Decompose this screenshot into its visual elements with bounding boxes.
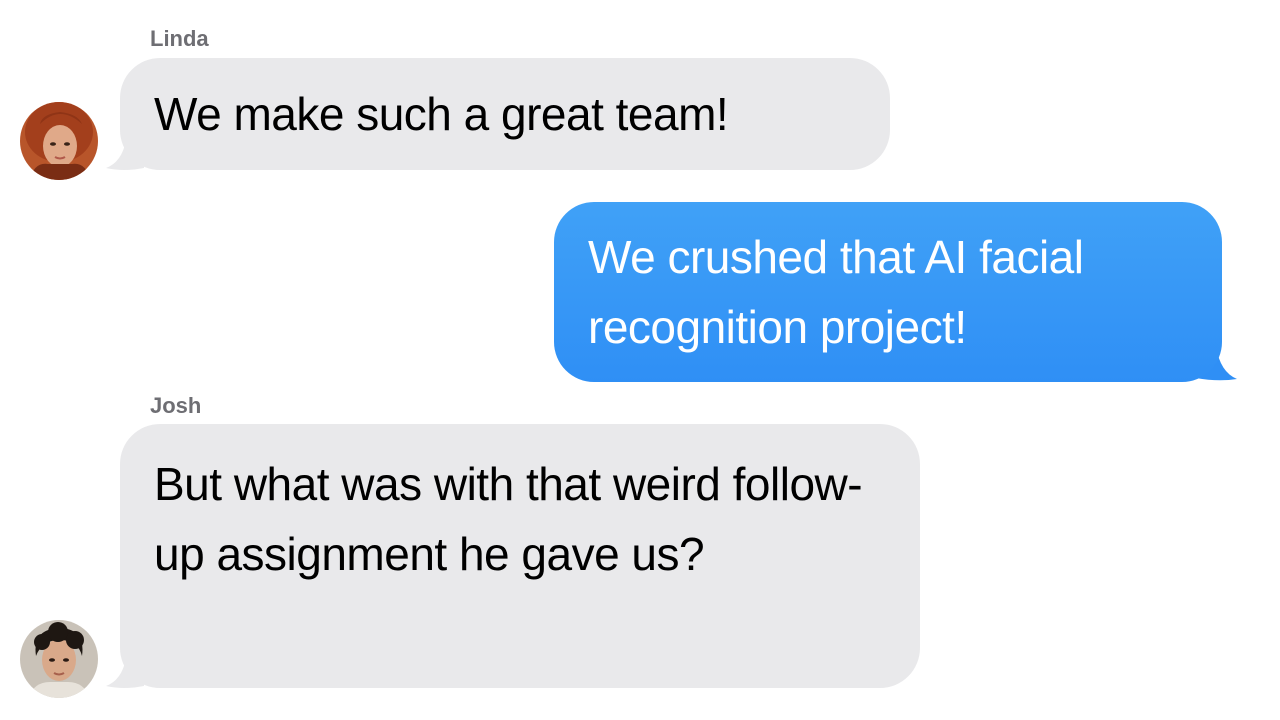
- josh-avatar-image: [20, 620, 98, 698]
- message-bubble-linda[interactable]: We make such a great team!: [120, 58, 890, 170]
- avatar-linda[interactable]: [20, 102, 98, 180]
- sender-name-josh: Josh: [150, 393, 202, 418]
- message-text-linda: We make such a great team!: [154, 88, 729, 140]
- avatar-josh[interactable]: [20, 620, 98, 698]
- message-text-josh: But what was with that weird follow-up a…: [154, 458, 863, 580]
- sender-name-linda: Linda: [150, 26, 209, 51]
- message-bubble-outgoing[interactable]: We crushed that AI facial recognition pr…: [554, 202, 1222, 382]
- linda-avatar-image: [20, 102, 98, 180]
- message-text-outgoing: We crushed that AI facial recognition pr…: [588, 231, 1084, 353]
- message-bubble-josh[interactable]: But what was with that weird follow-up a…: [120, 424, 920, 688]
